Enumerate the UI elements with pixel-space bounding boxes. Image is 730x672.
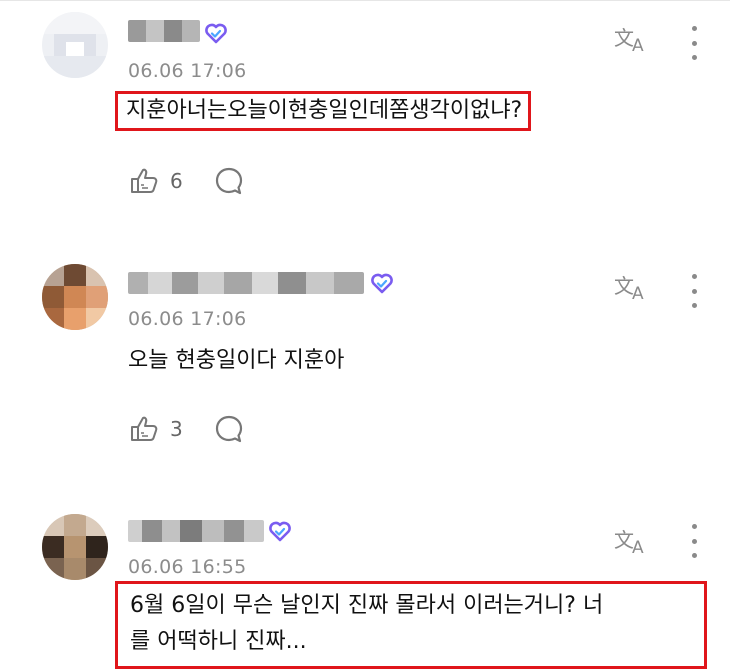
comment-timestamp: 06.06 16:55: [128, 556, 247, 578]
like-count: 3: [170, 417, 183, 441]
comment-bubble-icon[interactable]: [214, 414, 244, 444]
comment-text: 6월 6일이 무슨 날인지 진짜 몰라서 이러는거니? 너 를 어떡하니 진짜.…: [115, 581, 707, 669]
more-vertical-icon[interactable]: [682, 26, 706, 60]
like-count: 6: [170, 169, 183, 193]
more-vertical-icon[interactable]: [682, 274, 706, 308]
thumbs-up-icon: [131, 416, 158, 441]
username-blurred[interactable]: [128, 272, 364, 294]
translate-icon[interactable]: 文 A: [612, 24, 652, 54]
comment-text: 지훈아너는오늘이현충일인데쫌생각이없냐?: [114, 91, 532, 131]
comment-text-line: 6월 6일이 무슨 날인지 진짜 몰라서 이러는거니? 너: [130, 593, 604, 618]
svg-text:文: 文: [614, 26, 634, 50]
avatar[interactable]: [42, 264, 108, 330]
translate-icon[interactable]: 文 A: [612, 272, 652, 302]
top-divider: [0, 0, 730, 1]
like-button[interactable]: 3: [128, 414, 183, 444]
avatar[interactable]: [42, 514, 108, 580]
svg-text:A: A: [632, 36, 644, 54]
more-vertical-icon[interactable]: [682, 524, 706, 558]
thumbs-up-icon: [131, 168, 158, 193]
svg-text:A: A: [632, 538, 644, 556]
svg-text:文: 文: [614, 274, 634, 298]
heart-check-badge-icon: [205, 23, 227, 44]
comment-timestamp: 06.06 17:06: [128, 60, 247, 82]
heart-check-badge-icon: [371, 273, 393, 294]
heart-check-badge-icon: [269, 521, 291, 542]
svg-text:文: 文: [614, 528, 634, 552]
username-blurred[interactable]: [128, 520, 264, 542]
svg-text:A: A: [632, 284, 644, 302]
comment-text-line: 를 어떡하니 진짜...: [130, 629, 307, 654]
avatar[interactable]: [42, 12, 108, 78]
comment-bubble-icon[interactable]: [214, 166, 244, 196]
comment-text: 오늘 현충일이다 지훈아: [128, 348, 345, 373]
comment-timestamp: 06.06 17:06: [128, 308, 247, 330]
username-blurred[interactable]: [128, 20, 200, 42]
like-button[interactable]: 6: [128, 166, 183, 196]
translate-icon[interactable]: 文 A: [612, 526, 652, 556]
